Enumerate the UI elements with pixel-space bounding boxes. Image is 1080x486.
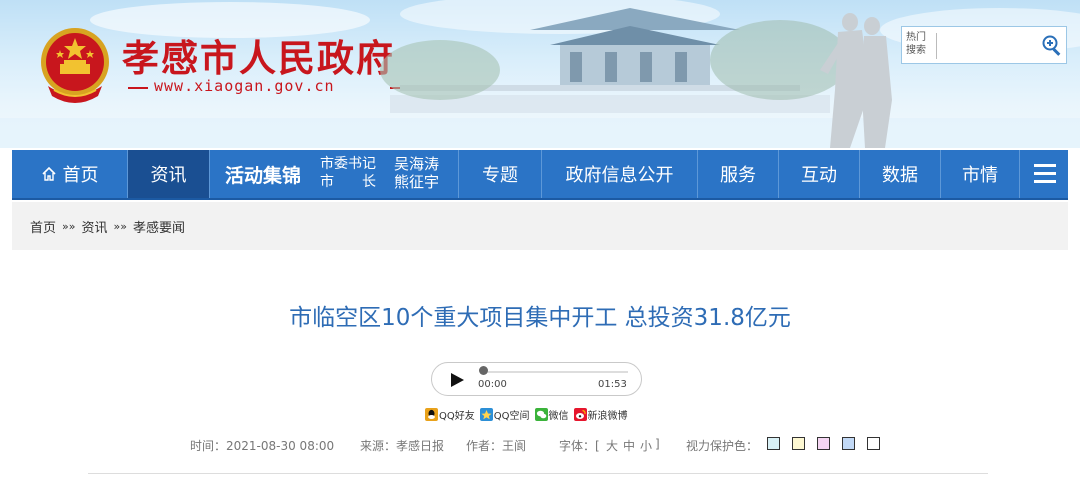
font-size-small[interactable]: 小 bbox=[640, 437, 652, 454]
leader-title-mayor: 市 长 bbox=[320, 174, 376, 190]
hamburger-menu-icon[interactable] bbox=[1034, 164, 1056, 184]
wechat-icon bbox=[534, 407, 548, 421]
url-dash-left bbox=[128, 87, 148, 89]
home-icon bbox=[41, 166, 56, 181]
font-size-large[interactable]: 大 bbox=[606, 437, 618, 454]
breadcrumb-local-news[interactable]: 孝感要闻 bbox=[133, 217, 185, 236]
leader-title-secretary: 市委书记 bbox=[320, 156, 376, 172]
font-size-end: ] bbox=[655, 437, 660, 451]
play-icon[interactable] bbox=[449, 372, 465, 388]
search-label: 搜索 bbox=[906, 45, 926, 56]
breadcrumb-news[interactable]: 资讯 bbox=[81, 217, 107, 236]
share-wechat-label: 微信 bbox=[548, 410, 569, 422]
nav-gov-info[interactable]: 政府信息公开 bbox=[542, 150, 697, 198]
weibo-icon bbox=[573, 407, 587, 421]
breadcrumb-separator: »» bbox=[62, 219, 76, 233]
article-title: 市临空区10个重大项目集中开工 总投资31.8亿元 bbox=[289, 305, 791, 331]
share-qq-friend-label: QQ好友 bbox=[439, 410, 475, 422]
hot-label: 热门 bbox=[906, 32, 926, 43]
nav-divider bbox=[1019, 150, 1020, 198]
eye-care-swatch-yellow[interactable] bbox=[792, 437, 805, 450]
search-divider bbox=[936, 33, 937, 59]
qzone-icon bbox=[479, 407, 493, 421]
eye-care-swatch-cyan[interactable] bbox=[767, 437, 780, 450]
audio-current-time: 00:00 bbox=[478, 379, 507, 390]
nav-data[interactable]: 数据 bbox=[860, 150, 940, 198]
breadcrumb: 首页 »» 资讯 »» 孝感要闻 bbox=[12, 202, 1068, 250]
font-size-label: 字体：[ bbox=[559, 439, 600, 453]
leader-names[interactable]: 吴海涛 熊征宇 bbox=[394, 155, 452, 191]
audio-player: 00:00 01:53 bbox=[431, 362, 642, 396]
header-scenery-image bbox=[380, 8, 892, 148]
eye-care-swatch-pink[interactable] bbox=[817, 437, 830, 450]
share-weibo[interactable]: 新浪微博 bbox=[573, 407, 628, 422]
search-box: 热门 搜索 bbox=[901, 26, 1067, 64]
site-header: 孝感市人民政府 www.xiaogan.gov.cn 热门 搜索 bbox=[0, 0, 1080, 148]
eye-care-label: 视力保护色： bbox=[686, 439, 759, 453]
site-title[interactable]: 孝感市人民政府 bbox=[122, 28, 395, 82]
breadcrumb-home[interactable]: 首页 bbox=[30, 217, 56, 236]
leader-name-1: 吴海涛 bbox=[394, 155, 440, 173]
search-input[interactable] bbox=[940, 31, 1032, 59]
leader-name-2: 熊征宇 bbox=[394, 173, 440, 191]
national-emblem-icon bbox=[41, 28, 109, 103]
eye-care-swatch-white[interactable] bbox=[867, 437, 880, 450]
share-weibo-label: 新浪微博 bbox=[587, 410, 628, 422]
nav-interaction[interactable]: 互动 bbox=[779, 150, 859, 198]
font-size-medium[interactable]: 中 bbox=[623, 437, 635, 454]
site-url-row: www.xiaogan.gov.cn bbox=[128, 77, 410, 97]
share-bar: QQ好友 QQ空间 微信 新浪微博 bbox=[425, 406, 633, 422]
article-author: 作者：王阆 bbox=[466, 439, 527, 453]
search-hot-label: 热门 搜索 bbox=[906, 31, 934, 57]
audio-duration: 01:53 bbox=[598, 379, 627, 390]
audio-progress-track[interactable] bbox=[482, 371, 628, 373]
share-qzone[interactable]: QQ空间 bbox=[479, 407, 530, 422]
article-source: 来源：孝感日报 bbox=[360, 439, 445, 453]
nav-topics[interactable]: 专题 bbox=[459, 150, 541, 198]
qq-icon bbox=[425, 407, 438, 421]
leader-titles[interactable]: 市委书记 市 长 bbox=[320, 155, 386, 191]
nav-service[interactable]: 服务 bbox=[698, 150, 778, 198]
nav-home-label: 首页 bbox=[62, 165, 99, 186]
nav-city[interactable]: 市情 bbox=[941, 150, 1019, 198]
nav-news[interactable]: 资讯 bbox=[128, 150, 209, 198]
audio-progress-knob[interactable] bbox=[479, 366, 488, 375]
share-qq-friend[interactable]: QQ好友 bbox=[425, 407, 475, 422]
magnifier-plus-icon[interactable] bbox=[1040, 33, 1064, 57]
article-content: 市临空区10个重大项目集中开工 总投资31.8亿元 00:00 01:53 QQ… bbox=[12, 250, 1068, 486]
site-url[interactable]: www.xiaogan.gov.cn bbox=[154, 77, 335, 95]
breadcrumb-separator: »» bbox=[113, 219, 127, 233]
nav-activities[interactable]: 活动集锦 bbox=[210, 150, 316, 198]
nav-home[interactable]: 首页 bbox=[12, 150, 127, 198]
share-qzone-label: QQ空间 bbox=[493, 410, 530, 422]
main-nav: 首页 资讯 活动集锦 市委书记 市 长 吴海涛 熊征宇 专题 政府信息公开 服务… bbox=[12, 150, 1068, 200]
eye-care-swatch-blue[interactable] bbox=[842, 437, 855, 450]
content-divider bbox=[88, 473, 988, 474]
share-wechat[interactable]: 微信 bbox=[534, 407, 569, 422]
publish-time: 时间：2021-08-30 08:00 bbox=[190, 439, 335, 453]
